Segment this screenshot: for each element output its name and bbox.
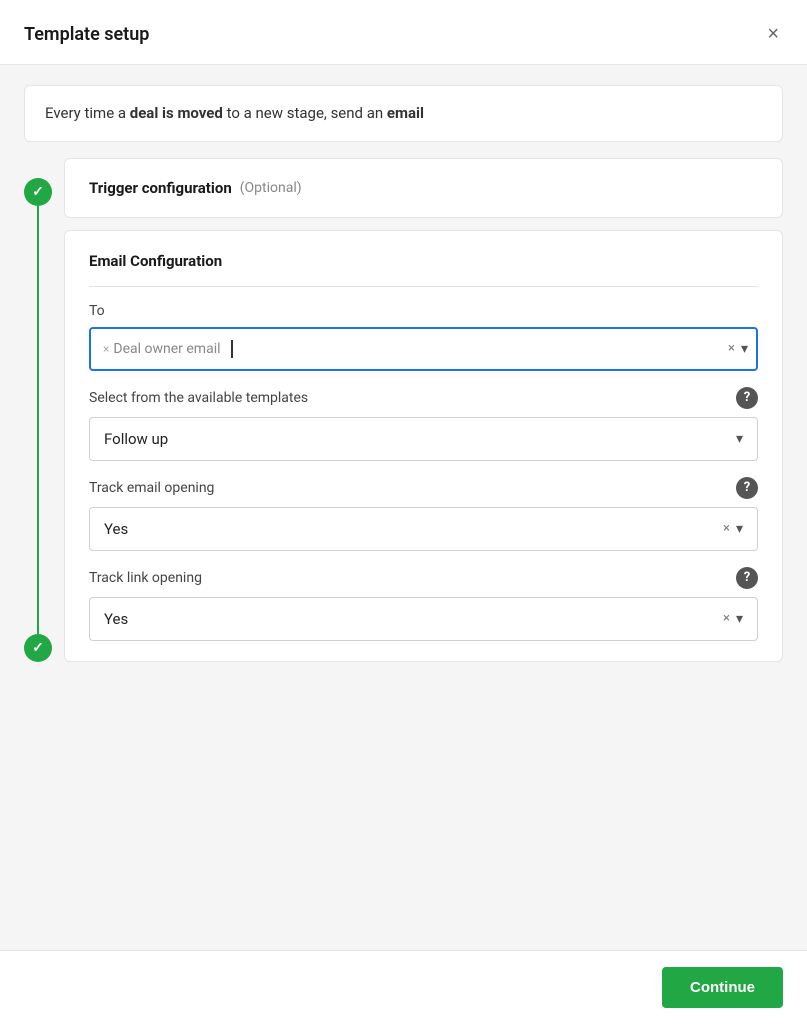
modal-body: Every time a deal is moved to a new stag… <box>0 65 807 950</box>
to-input-controls: × ▾ <box>728 341 748 357</box>
template-selected-value: Follow up <box>104 430 168 448</box>
close-button[interactable]: × <box>763 20 783 48</box>
trigger-card: Trigger configuration (Optional) <box>64 158 783 218</box>
to-clear-icon[interactable]: × <box>728 341 735 356</box>
template-select[interactable]: Follow up ▾ <box>89 417 758 461</box>
modal-footer: Continue <box>0 950 807 1024</box>
track-opening-clear-icon[interactable]: × <box>723 521 730 536</box>
to-label: To <box>89 303 758 319</box>
template-label-row: Select from the available templates ? <box>89 387 758 409</box>
track-opening-label: Track email opening <box>89 480 214 496</box>
tag-label: Deal owner email <box>113 341 220 357</box>
timeline-dot-2: ✓ <box>24 634 52 662</box>
track-link-select[interactable]: Yes × ▾ <box>89 597 758 641</box>
timeline-line <box>37 206 39 634</box>
summary-banner: Every time a deal is moved to a new stag… <box>24 85 783 142</box>
track-opening-help-icon[interactable]: ? <box>736 477 758 499</box>
track-opening-select[interactable]: Yes × ▾ <box>89 507 758 551</box>
track-link-controls: × ▾ <box>723 611 743 627</box>
trigger-optional: (Optional) <box>240 180 302 196</box>
text-cursor <box>231 340 233 358</box>
track-link-chevron-icon[interactable]: ▾ <box>736 611 743 627</box>
modal-container: Template setup × Every time a deal is mo… <box>0 0 807 1024</box>
template-help-icon[interactable]: ? <box>736 387 758 409</box>
template-chevron-icon: ▾ <box>736 431 743 447</box>
track-opening-chevron-icon[interactable]: ▾ <box>736 521 743 537</box>
to-chevron-icon[interactable]: ▾ <box>741 341 748 357</box>
deal-owner-tag: × Deal owner email <box>99 339 225 359</box>
email-config-title: Email Configuration <box>89 252 222 270</box>
modal-header: Template setup × <box>0 0 807 65</box>
timeline-dot-1: ✓ <box>24 178 52 206</box>
track-link-value: Yes <box>104 610 128 628</box>
summary-text: Every time a deal is moved to a new stag… <box>45 104 424 122</box>
track-opening-label-row: Track email opening ? <box>89 477 758 499</box>
template-label: Select from the available templates <box>89 390 308 406</box>
email-config-card: Email Configuration To × Deal owner emai… <box>64 230 783 662</box>
track-opening-value: Yes <box>104 520 128 538</box>
track-opening-controls: × ▾ <box>723 521 743 537</box>
divider-1 <box>89 286 758 287</box>
tag-remove-icon[interactable]: × <box>103 342 109 356</box>
trigger-title-row: Trigger configuration (Optional) <box>89 179 758 197</box>
track-link-label-row: Track link opening ? <box>89 567 758 589</box>
track-link-help-icon[interactable]: ? <box>736 567 758 589</box>
timeline: ✓ ✓ <box>24 158 52 662</box>
trigger-title: Trigger configuration <box>89 179 232 197</box>
track-link-clear-icon[interactable]: × <box>723 611 730 626</box>
to-input-field[interactable]: × Deal owner email × ▾ <box>89 327 758 371</box>
workflow-area: ✓ ✓ Trigger configuration (Optional) <box>24 158 783 662</box>
track-link-label: Track link opening <box>89 570 202 586</box>
continue-button[interactable]: Continue <box>662 967 783 1008</box>
cards-area: Trigger configuration (Optional) Email C… <box>64 158 783 662</box>
modal-title: Template setup <box>24 24 149 45</box>
